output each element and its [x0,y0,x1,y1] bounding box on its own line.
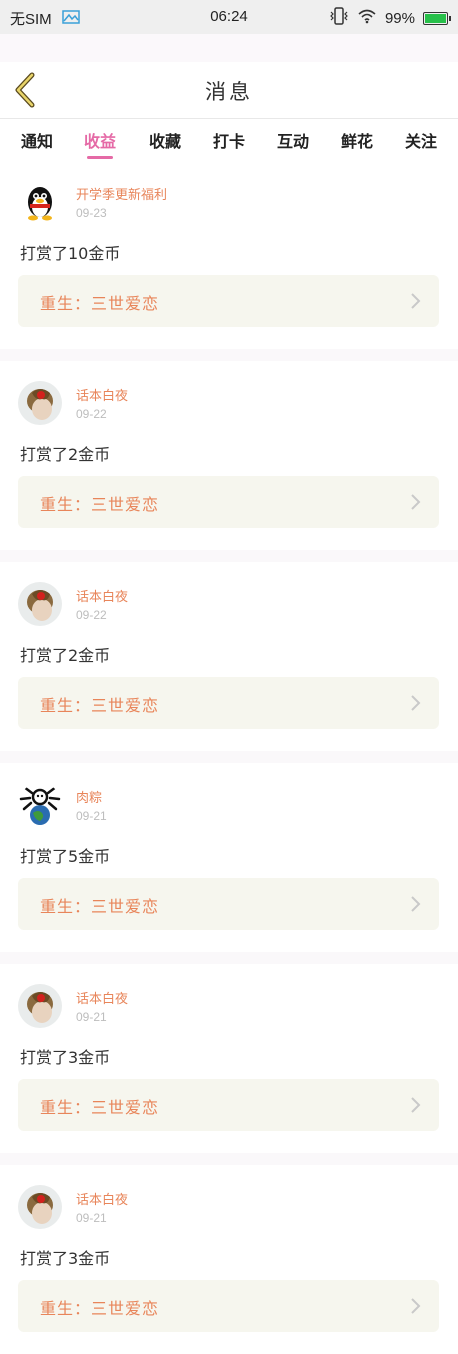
item-date: 09-22 [76,407,107,421]
user-name[interactable]: 开学季更新福利 [76,184,167,203]
chevron-right-icon [411,293,421,309]
battery-icon [423,11,451,25]
vibrate-icon [329,6,349,30]
reward-text: 打赏了10金币 [20,244,121,263]
book-title: 重生：三世爱恋 [40,696,160,715]
tab-favorites[interactable]: 收藏 [140,128,190,152]
user-name[interactable]: 话本白夜 [76,385,128,404]
header: 消息 [0,62,458,118]
item-date: 09-21 [76,809,107,823]
reward-text: 打赏了3金币 [20,1048,111,1067]
chevron-right-icon [411,695,421,711]
item-date: 09-21 [76,1010,107,1024]
book-card[interactable]: 重生：三世爱恋 [18,1280,439,1332]
tab-flowers[interactable]: 鲜花 [332,128,382,152]
divider [0,1153,458,1165]
divider [0,550,458,562]
top-strip [0,34,458,62]
girl-avatar[interactable] [18,582,62,626]
reward-text: 打赏了2金币 [20,445,111,464]
book-card[interactable]: 重生：三世爱恋 [18,1079,439,1131]
book-card[interactable]: 重生：三世爱恋 [18,275,439,327]
item-date: 09-23 [76,206,107,220]
tab-checkin[interactable]: 打卡 [204,128,254,152]
tab-earnings[interactable]: 收益 [75,128,125,159]
reward-text: 打赏了3金币 [20,1249,111,1268]
divider [0,751,458,763]
chevron-right-icon [411,1298,421,1314]
book-title: 重生：三世爱恋 [40,294,160,313]
list-item: 话本白夜 09-22 打赏了2金币 重生：三世爱恋 [0,361,458,550]
book-title: 重生：三世爱恋 [40,1098,160,1117]
user-name[interactable]: 话本白夜 [76,988,128,1007]
item-date: 09-22 [76,608,107,622]
book-card[interactable]: 重生：三世爱恋 [18,677,439,729]
globe-avatar[interactable] [18,783,62,827]
book-title: 重生：三世爱恋 [40,495,160,514]
book-title: 重生：三世爱恋 [40,897,160,916]
list-item: 开学季更新福利 09-23 打赏了10金币 重生：三世爱恋 [0,160,458,349]
tab-follow[interactable]: 关注 [396,128,446,152]
divider [0,349,458,361]
reward-text: 打赏了5金币 [20,847,111,866]
battery-percent: 99% [384,9,415,27]
chevron-right-icon [411,896,421,912]
page-title: 消息 [205,80,253,104]
penguin-avatar[interactable] [18,180,62,224]
tab-interactions[interactable]: 互动 [268,128,318,152]
girl-avatar[interactable] [18,984,62,1028]
item-date: 09-21 [76,1211,107,1225]
user-name[interactable]: 话本白夜 [76,586,128,605]
book-card[interactable]: 重生：三世爱恋 [18,878,439,930]
book-card[interactable]: 重生：三世爱恋 [18,476,439,528]
wifi-icon [357,8,377,28]
list-item: 肉粽 09-21 打赏了5金币 重生：三世爱恋 [0,763,458,952]
status-bar: 无SIM 06:24 99% [0,0,458,34]
chevron-right-icon [411,1097,421,1113]
book-title: 重生：三世爱恋 [40,1299,160,1318]
divider [0,952,458,964]
list-item: 话本白夜 09-21 打赏了3金币 重生：三世爱恋 [0,964,458,1153]
user-name[interactable]: 话本白夜 [76,1189,128,1208]
tab-notifications[interactable]: 通知 [12,128,62,152]
list-item: 话本白夜 09-22 打赏了2金币 重生：三世爱恋 [0,562,458,751]
user-name[interactable]: 肉粽 [76,787,102,806]
chevron-right-icon [411,494,421,510]
girl-avatar[interactable] [18,381,62,425]
reward-text: 打赏了2金币 [20,646,111,665]
girl-avatar[interactable] [18,1185,62,1229]
tab-bar: 通知 收益 收藏 打卡 互动 鲜花 关注 [0,118,458,160]
list-item: 话本白夜 09-21 打赏了3金币 重生：三世爱恋 [0,1165,458,1354]
earnings-feed: 开学季更新福利 09-23 打赏了10金币 重生：三世爱恋 话本白夜 09-22… [0,160,458,1354]
